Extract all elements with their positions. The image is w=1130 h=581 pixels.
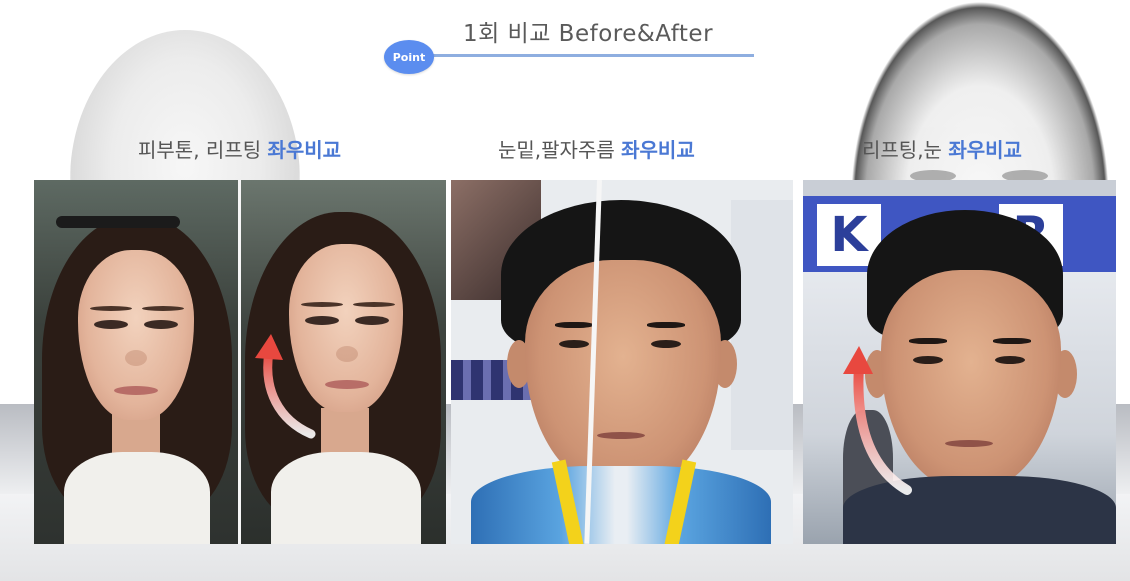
- nose: [125, 350, 147, 366]
- page-title: 1회 비교 Before&After: [462, 21, 714, 47]
- eyebrow: [301, 302, 343, 307]
- eye: [559, 340, 589, 348]
- comparison-caption-3: 리프팅,눈 좌우비교: [862, 134, 1022, 163]
- eyebrow: [353, 302, 395, 307]
- eyebrow: [90, 306, 132, 311]
- before-photo: [34, 180, 240, 544]
- after-photo: [241, 180, 446, 544]
- blouse: [64, 452, 210, 544]
- shirt: [471, 466, 771, 544]
- face: [525, 260, 721, 490]
- eyebrow: [555, 322, 593, 328]
- title-underline: [426, 54, 754, 57]
- lift-arrow-icon: [843, 346, 912, 495]
- caption-text: 피부톤, 리프팅: [138, 138, 268, 162]
- caption-highlight: 좌우비교: [621, 138, 695, 162]
- mouth: [945, 440, 993, 447]
- eyebrow: [142, 306, 184, 311]
- caption-text: 리프팅,눈: [862, 138, 949, 162]
- comparison-caption-1: 피부톤, 리프팅 좌우비교: [138, 134, 341, 163]
- caption-highlight: 좌우비교: [948, 138, 1022, 162]
- eye: [144, 320, 178, 329]
- comparison-photo-3: K R: [803, 180, 1116, 544]
- comparison-photo-1: [34, 180, 446, 544]
- comparison-caption-2: 눈밑,팔자주름 좌우비교: [498, 134, 695, 163]
- nose: [336, 346, 358, 362]
- comparison-photo-2: [451, 180, 793, 544]
- caption-highlight: 좌우비교: [267, 138, 342, 162]
- eye: [995, 356, 1025, 364]
- mouth: [114, 386, 158, 395]
- mouth: [597, 432, 645, 439]
- eyebrow: [647, 322, 685, 328]
- eyebrow: [993, 338, 1031, 344]
- lift-arrow-icon: [255, 334, 316, 439]
- eye: [94, 320, 128, 329]
- eye: [651, 340, 681, 348]
- eyebrow: [909, 338, 947, 344]
- before-after-banner: 1회 비교 Before&After Point 피부톤, 리프팅 좌우비교 눈…: [0, 0, 1130, 581]
- point-badge: Point: [384, 40, 434, 74]
- eye: [355, 316, 389, 325]
- eye: [913, 356, 943, 364]
- eye: [305, 316, 339, 325]
- sunglasses: [56, 216, 180, 228]
- mouth: [325, 380, 369, 389]
- blouse: [271, 452, 421, 544]
- caption-text: 눈밑,팔자주름: [498, 138, 622, 162]
